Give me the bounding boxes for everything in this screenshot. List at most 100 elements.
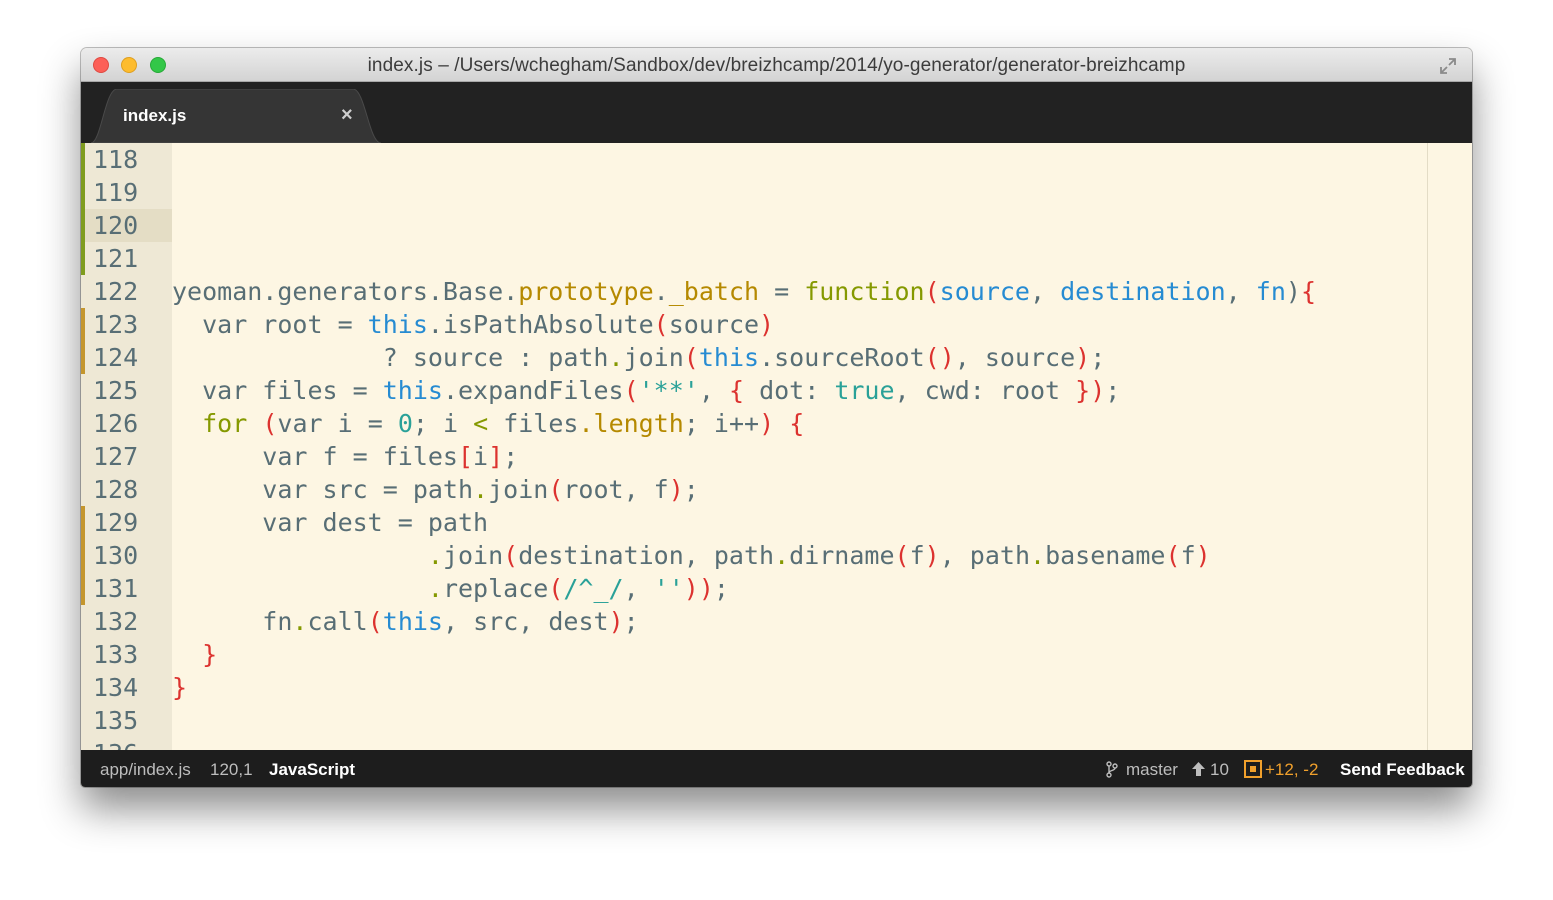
line-code: var src = path.join(root, f); [172, 473, 699, 506]
code-token: ) [1075, 343, 1091, 372]
git-branch-icon [1106, 761, 1118, 778]
line-number: 135 [93, 706, 139, 735]
code-token: ; [683, 475, 699, 504]
code-token: dirname [789, 541, 895, 570]
code-line[interactable]: 127 var f = files[i]; [81, 440, 1472, 473]
line-number: 136 [93, 737, 163, 750]
code-token: ] [488, 442, 504, 471]
line-code: .replace(/^_/, '')); [172, 572, 729, 605]
line-code: var root = this.isPathAbsolute(source) [172, 308, 774, 341]
tab-index-js[interactable]: index.js × [91, 89, 381, 143]
code-token: ) [608, 607, 624, 636]
code-token: basename [1045, 541, 1166, 570]
status-diff[interactable]: +12, -2 [1265, 760, 1318, 780]
code-line[interactable]: 122 yeoman.generators.Base.prototype._bat… [81, 275, 1472, 308]
line-number: 132 [93, 607, 139, 636]
code-line[interactable]: 135 [81, 704, 1472, 737]
code-line[interactable]: 120 [81, 209, 1472, 242]
code-token: f [909, 541, 925, 570]
line-number: 129 [93, 508, 139, 537]
line-number: 133 [93, 640, 139, 669]
code-token: function [804, 277, 925, 306]
code-line[interactable]: 126 for (var i = 0; i < files.length; i+… [81, 407, 1472, 440]
title-bar: index.js – /Users/wchegham/Sandbox/dev/b… [81, 48, 1472, 82]
git-added-marker [81, 176, 85, 209]
send-feedback-link[interactable]: Send Feedback [1340, 760, 1465, 780]
code-token: fn [172, 607, 293, 636]
line-number: 128 [93, 475, 139, 504]
line-code: } [172, 638, 217, 671]
status-bar: app/index.js 120,1 JavaScript master 10 … [81, 750, 1472, 787]
close-tab-icon[interactable]: × [341, 105, 353, 125]
code-token: prototype [518, 277, 654, 306]
line-number: 134 [93, 673, 139, 702]
code-line[interactable]: 125 var files = this.expandFiles('**', {… [81, 374, 1472, 407]
line-number: 131 [93, 574, 139, 603]
line-code: .join(destination, path.dirname(f), path… [172, 539, 1211, 572]
code-line[interactable]: 131 .replace(/^_/, '')); [81, 572, 1472, 605]
line-number: 121 [93, 244, 139, 273]
code-token: ; [623, 607, 639, 636]
line-number: 126 [93, 409, 139, 438]
code-line[interactable]: 134} [81, 671, 1472, 704]
fullscreen-icon[interactable] [1438, 56, 1458, 76]
code-line[interactable]: 133 } [81, 638, 1472, 671]
code-token: dot: [744, 376, 835, 405]
code-token: ( [924, 277, 940, 306]
code-token: ( [367, 607, 383, 636]
code-token: yeoman.generators.Base. [172, 277, 519, 306]
code-token: , cwd: root [894, 376, 1076, 405]
code-token: ( [894, 541, 910, 570]
code-token: ; [713, 574, 729, 603]
code-token: files [488, 409, 579, 438]
status-cursor-position[interactable]: 120,1 [210, 760, 253, 780]
code-line[interactable]: 118 [81, 143, 1472, 176]
code-token: replace [442, 574, 549, 603]
git-modified-marker [81, 572, 85, 605]
code-token: . [774, 541, 790, 570]
line-number: 124 [93, 343, 139, 372]
code-token: , [698, 376, 729, 405]
code-editor[interactable]: 118 119 120 121 122 yeoman.generators.Base.pr… [81, 143, 1472, 750]
code-line[interactable]: 128 var src = path.join(root, f); [81, 473, 1472, 506]
code-line[interactable]: 124 ? source : path.join(this.sourceRoot… [81, 341, 1472, 374]
code-token: source [668, 310, 760, 339]
code-token: ) [1285, 277, 1301, 306]
code-line[interactable]: 129 var dest = path [81, 506, 1472, 539]
code-token: call [307, 607, 368, 636]
code-line[interactable]: 121 [81, 242, 1472, 275]
git-added-marker [81, 209, 85, 242]
code-line[interactable]: 132 fn.call(this, src, dest); [81, 605, 1472, 638]
window-title: index.js – /Users/wchegham/Sandbox/dev/b… [367, 55, 1186, 76]
code-token: this [382, 376, 443, 405]
code-token: ( [683, 343, 699, 372]
code-token: }) [1075, 376, 1106, 405]
status-syntax[interactable]: JavaScript [269, 760, 355, 780]
code-line[interactable]: 119 [81, 176, 1472, 209]
code-token: , [1029, 277, 1061, 306]
code-line[interactable]: 136 [81, 737, 1472, 750]
code-token: , path [939, 541, 1031, 570]
code-line[interactable]: 123 var root = this.isPathAbsolute(sourc… [81, 308, 1472, 341]
line-number: 130 [93, 541, 139, 570]
code-line[interactable]: 130 .join(destination, path.dirname(f), … [81, 539, 1472, 572]
code-token: .length [578, 409, 684, 438]
line-number: 119 [93, 178, 139, 207]
tab-label: index.js [123, 106, 187, 125]
code-token: var src = path [172, 475, 474, 504]
code-token: . [427, 574, 443, 603]
code-token: { [1300, 277, 1317, 306]
status-branch[interactable]: master [1126, 760, 1178, 780]
code-token: ; i++ [683, 409, 760, 438]
code-token: /^_/ [563, 574, 624, 603]
diff-icon [1244, 760, 1262, 778]
code-token: root, f [563, 475, 669, 504]
code-token: ( [623, 376, 639, 405]
code-token: ) [759, 310, 775, 339]
code-token: } [172, 673, 188, 702]
code-token: () [924, 343, 955, 372]
